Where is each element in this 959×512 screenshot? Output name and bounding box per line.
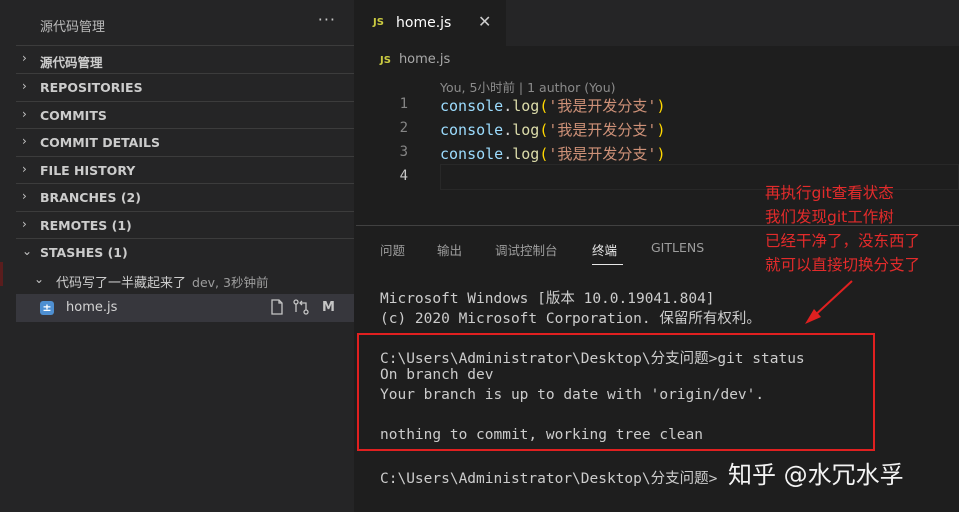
stash-item[interactable]: ⌄ 代码写了一半藏起来了 dev, 3秒钟前 [16,266,354,294]
js-file-icon: JS [380,55,391,66]
file-name: home.js [66,300,118,315]
code-text: console.log('我是开发分支') [440,143,665,164]
section-file-history[interactable]: › FILE HISTORY [16,156,354,183]
more-actions-icon[interactable]: ··· [318,10,336,29]
token-function: log [512,97,540,115]
panel-tab-problems[interactable]: 问题 [380,240,405,259]
token-function: log [512,121,540,139]
section-commit-details[interactable]: › COMMIT DETAILS [16,128,354,155]
sidebar-header: 源代码管理 ··· [16,0,354,50]
terminal-prompt[interactable]: C:\Users\Administrator\Desktop\分支问题> [380,467,717,488]
terminal-line: (c) 2020 Microsoft Corporation. 保留所有权利。 [380,311,761,327]
panel-tab-output[interactable]: 输出 [437,240,462,259]
token-object: console [440,97,504,115]
line-number: 2 [399,120,408,136]
token-paren: ) [656,121,666,139]
section-remotes[interactable]: › REMOTES (1) [16,211,354,238]
token-dot: . [503,145,513,163]
chevron-right-icon: › [22,107,27,121]
breadcrumb[interactable]: JS home.js [380,52,450,67]
activity-bar [0,0,16,512]
section-label: COMMIT DETAILS [40,135,160,150]
section-label: COMMITS [40,108,107,123]
token-object: console [440,145,504,163]
file-status-badge: M [322,300,335,315]
section-label: STASHES (1) [40,245,128,260]
section-label: REPOSITORIES [40,80,143,95]
line-number: 3 [399,144,408,160]
token-object: console [440,121,504,139]
chevron-down-icon: ⌄ [22,244,33,258]
file-diff-icon: ± [40,301,54,315]
panel-tab-gitlens[interactable]: GITLENS [651,240,704,255]
tab-label: home.js [396,15,452,31]
panel-tab-terminal[interactable]: 终端 [592,240,617,259]
annotation-text: 就可以直接切换分支了 [765,256,921,274]
chevron-right-icon: › [22,189,27,203]
token-string: '我是开发分支' [548,121,657,139]
sidebar: 源代码管理 ··· › 源代码管理 › REPOSITORIES › COMMI… [16,0,354,512]
chevron-right-icon: › [22,51,27,65]
section-label: REMOTES (1) [40,218,132,233]
js-file-icon: JS [373,17,384,28]
open-file-icon[interactable] [268,298,286,320]
close-icon[interactable]: ✕ [478,12,491,31]
terminal-line: Microsoft Windows [版本 10.0.19041.804] [380,291,715,307]
stash-label: 代码写了一半藏起来了 [56,276,187,291]
token-paren: ) [656,145,666,163]
code-text: console.log('我是开发分支') [440,119,665,140]
section-scm[interactable]: › 源代码管理 [16,45,354,72]
line-number: 1 [399,96,408,112]
panel-tab-debug-console[interactable]: 调试控制台 [495,240,558,259]
code-line[interactable]: 3 console.log('我是开发分支') [356,142,959,166]
section-stashes[interactable]: ⌄ STASHES (1) [16,238,354,265]
section-label: FILE HISTORY [40,163,136,178]
activity-marker [0,262,3,286]
token-function: log [512,145,540,163]
token-paren: ) [656,97,666,115]
code-text: console.log('我是开发分支') [440,95,665,116]
token-dot: . [503,121,513,139]
chevron-right-icon: › [22,217,27,231]
chevron-right-icon: › [22,162,27,176]
token-string: '我是开发分支' [548,97,657,115]
editor-tab-bar: JS home.js ✕ [356,0,959,46]
stash-message: 代码写了一半藏起来了 dev, 3秒钟前 [56,272,268,291]
section-label: 源代码管理 [40,55,103,70]
active-tab-indicator [592,264,623,265]
code-line[interactable]: 2 console.log('我是开发分支') [356,118,959,142]
section-repositories[interactable]: › REPOSITORIES [16,73,354,100]
breadcrumb-file: home.js [398,52,451,67]
annotation-text: 已经干净了，没东西了 [765,232,921,250]
watermark: 知乎 @水冗水孚 [728,461,904,489]
annotation-text: 我们发现git工作树 [765,208,894,226]
code-line[interactable]: 1 console.log('我是开发分支') [356,94,959,118]
token-dot: . [503,97,513,115]
chevron-right-icon: › [22,134,27,148]
sidebar-title: 源代码管理 [40,20,106,35]
stash-file-row[interactable]: ± home.js M [16,294,354,322]
section-branches[interactable]: › BRANCHES (2) [16,183,354,210]
line-number: 4 [399,168,408,184]
compare-changes-icon[interactable] [292,298,312,320]
section-label: BRANCHES (2) [40,190,141,205]
token-string: '我是开发分支' [548,145,657,163]
annotation-text: 再执行git查看状态 [765,184,894,202]
section-commits[interactable]: › COMMITS [16,101,354,128]
chevron-right-icon: › [22,79,27,93]
chevron-down-icon: ⌄ [34,272,45,286]
tab-home-js[interactable]: JS home.js ✕ [356,0,506,46]
stash-description: dev, 3秒钟前 [192,275,269,290]
annotation-highlight-box [357,333,875,451]
